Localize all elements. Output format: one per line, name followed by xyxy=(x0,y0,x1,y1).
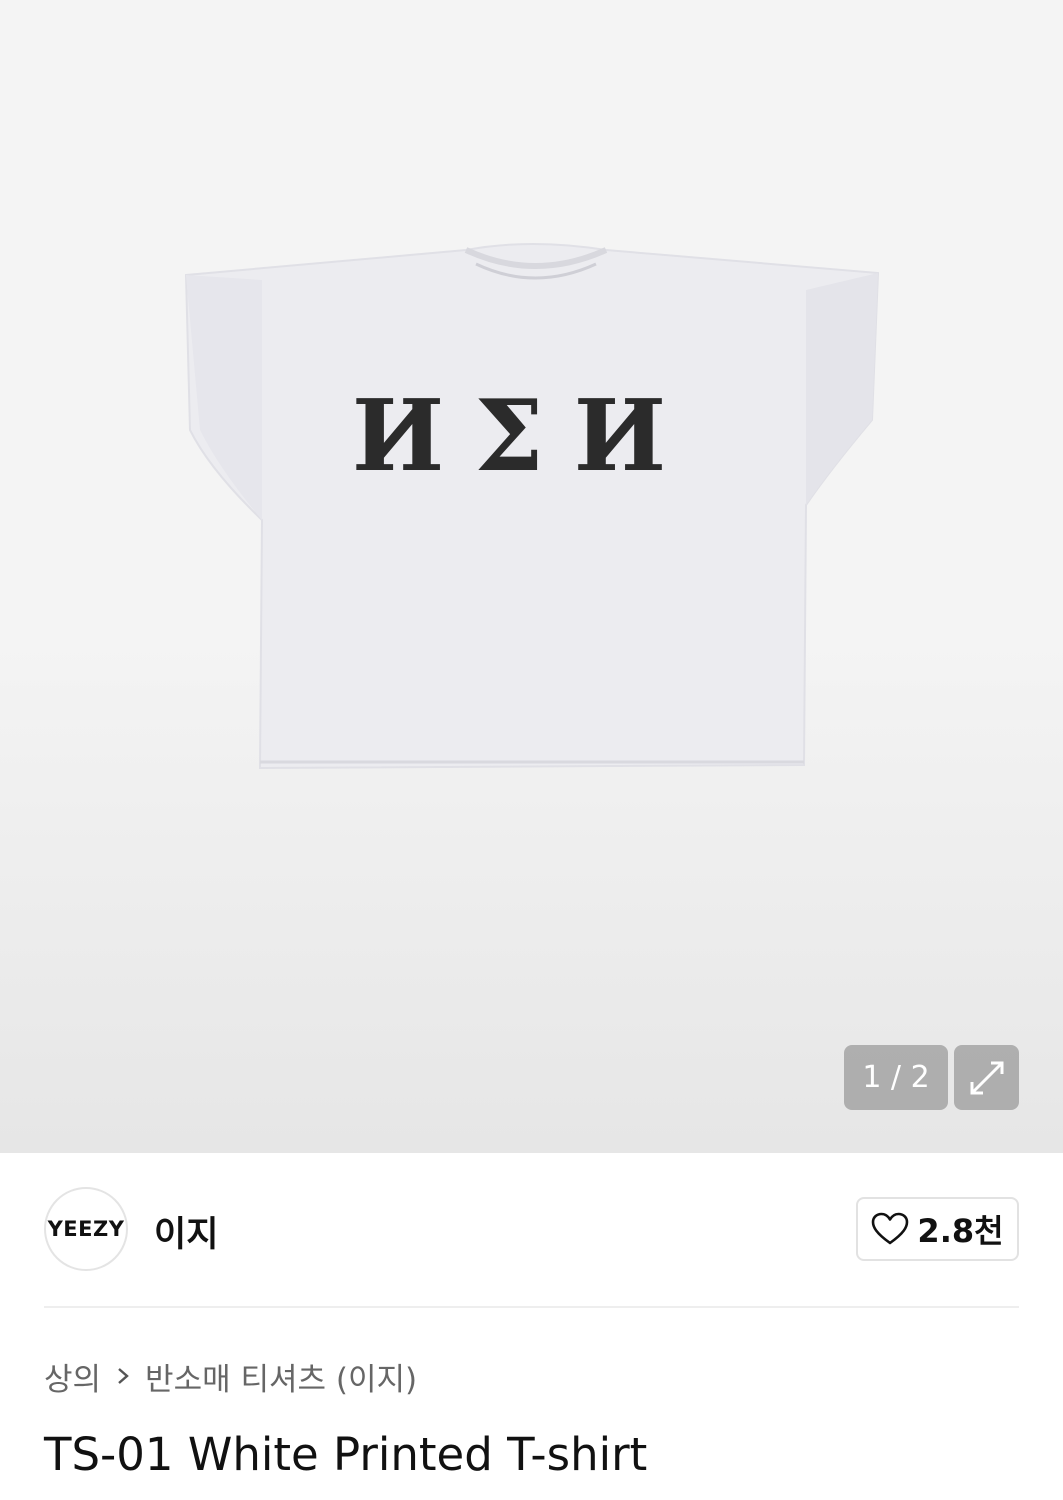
breadcrumb: 상의 반소매 티셔츠 (이지) xyxy=(44,1354,417,1398)
brand-row: YEEZY 이지 2.8천 xyxy=(44,1186,1019,1274)
product-gallery[interactable]: ИΣИ 1 / 2 xyxy=(0,0,1063,1153)
like-count: 2.8천 xyxy=(917,1212,1004,1250)
image-counter: 1 / 2 xyxy=(844,1045,948,1110)
breadcrumb-subcategory[interactable]: 반소매 티셔츠 (이지) xyxy=(145,1354,417,1399)
product-title: TS-01 White Printed T-shirt xyxy=(44,1428,648,1481)
heart-icon xyxy=(872,1212,909,1245)
expand-arrows-icon xyxy=(970,1061,1003,1094)
like-button[interactable]: 2.8천 xyxy=(856,1197,1019,1261)
brand-name[interactable]: 이지 xyxy=(154,1206,218,1257)
divider xyxy=(44,1306,1019,1308)
brand-logo-text: YEEZY xyxy=(47,1217,125,1241)
brand-logo[interactable]: YEEZY xyxy=(44,1187,128,1271)
product-image[interactable]: ИΣИ xyxy=(0,0,1063,1153)
image-counter-text: 1 / 2 xyxy=(862,1060,930,1095)
expand-image-button[interactable] xyxy=(954,1045,1019,1110)
chevron-right-icon xyxy=(115,1366,131,1386)
breadcrumb-category[interactable]: 상의 xyxy=(44,1354,101,1399)
shirt-print-text: ИΣИ xyxy=(352,379,696,494)
